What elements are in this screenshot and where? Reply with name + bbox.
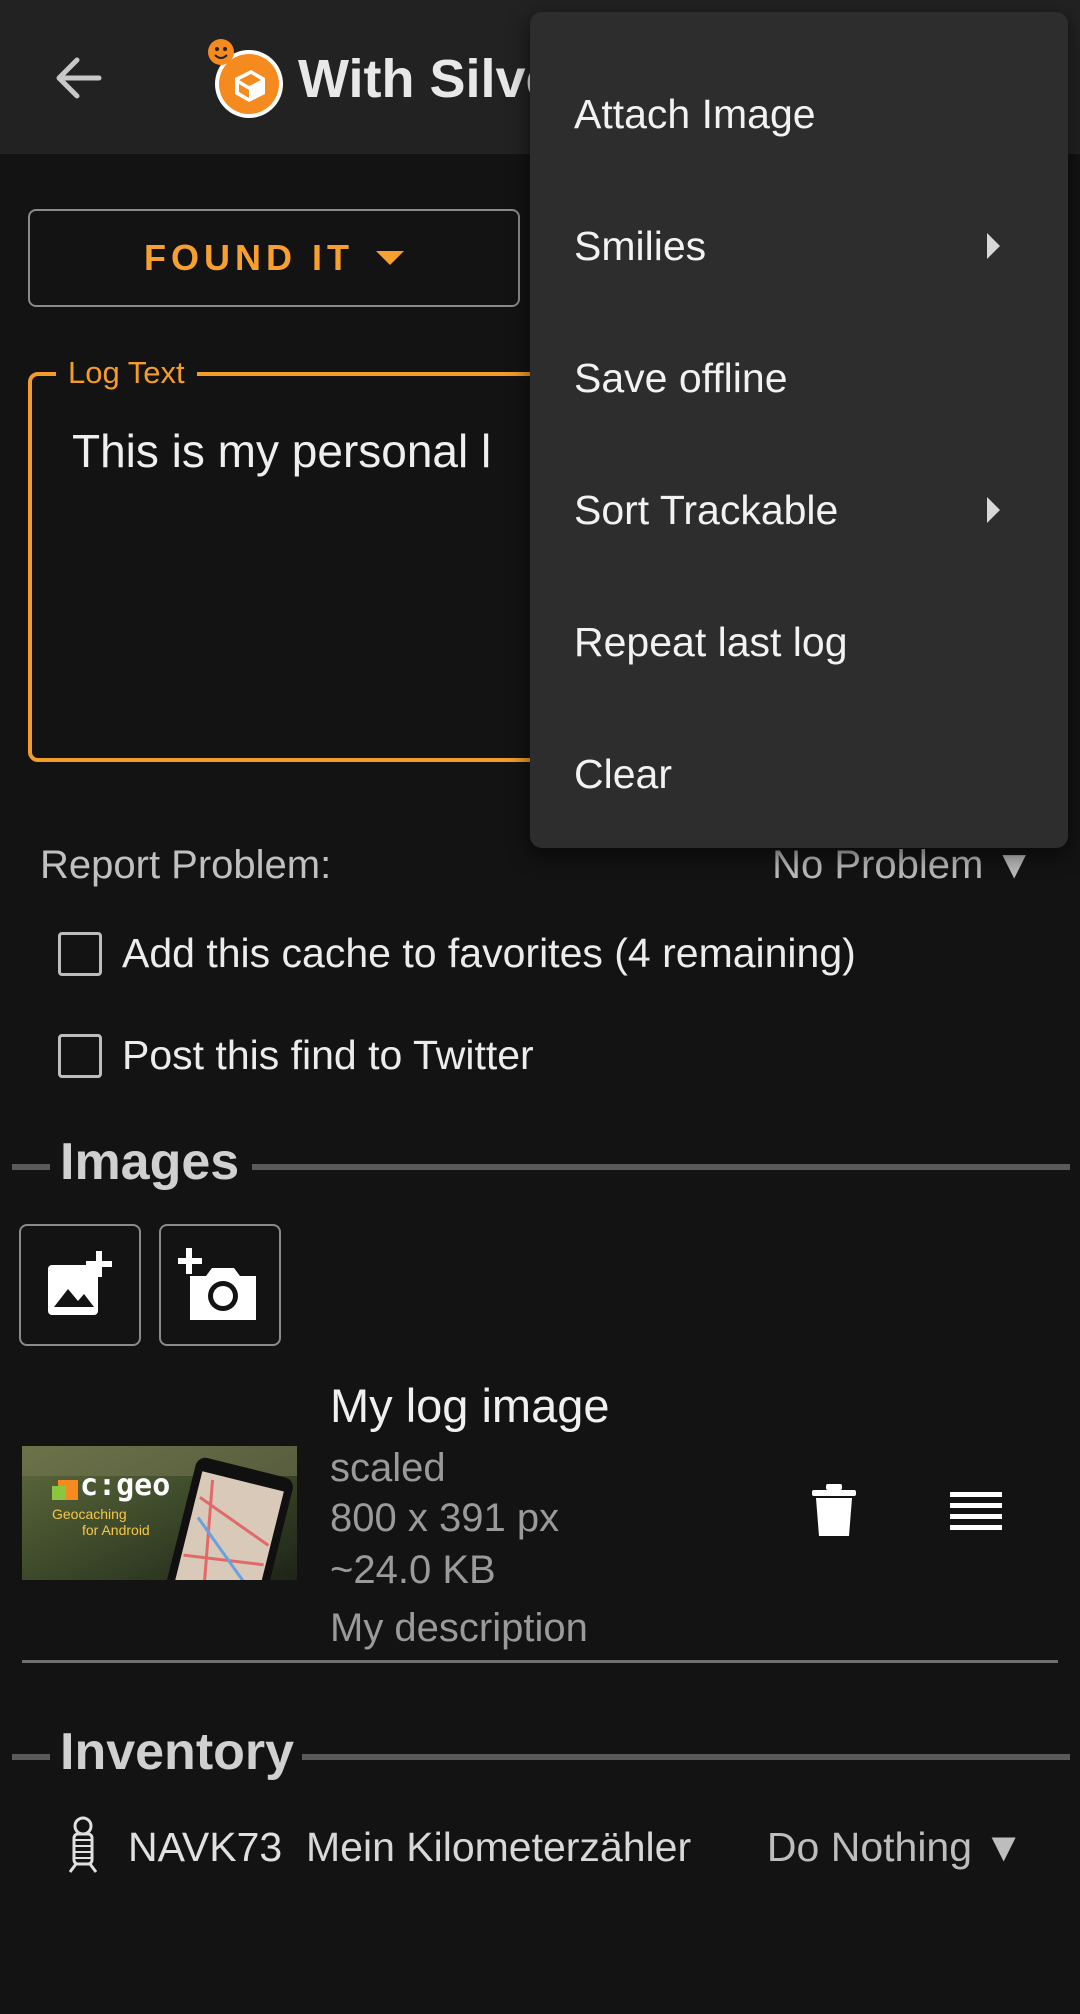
page-title: With Silve <box>298 49 556 109</box>
thumb-logo-text: c:geo <box>80 1468 171 1503</box>
image-dimensions: 800 x 391 px <box>330 1496 560 1540</box>
log-type-dropdown[interactable]: FOUND IT <box>28 209 520 307</box>
inventory-section-header: Inventory <box>12 1722 1070 1786</box>
menu-item-clear[interactable]: Clear <box>530 708 1068 840</box>
images-section-header: Images <box>12 1132 1070 1196</box>
menu-item-save-offline[interactable]: Save offline <box>530 312 1068 444</box>
twitter-checkbox-row[interactable]: Post this find to Twitter <box>58 1032 534 1079</box>
thumb-subtitle-1: Geocaching <box>52 1506 127 1522</box>
trackable-code: NAVK73 <box>128 1824 283 1870</box>
delete-image-button[interactable] <box>812 1484 864 1540</box>
menu-item-label: Attach Image <box>574 90 816 137</box>
menu-item-sort-trackable[interactable]: Sort Trackable <box>530 444 1068 576</box>
menu-item-label: Clear <box>574 750 672 797</box>
add-image-button[interactable] <box>19 1224 141 1346</box>
image-title: My log image <box>330 1379 610 1432</box>
favorite-checkbox[interactable] <box>58 931 102 976</box>
arrow-left-icon <box>56 57 102 99</box>
thumb-subtitle-2: for Android <box>82 1522 150 1538</box>
submenu-arrow-icon <box>987 497 1000 523</box>
image-filesize: ~24.0 KB <box>330 1548 496 1592</box>
trackable-name: Mein Kilometerzähler <box>306 1824 692 1870</box>
drag-handle-icon <box>950 1492 1002 1530</box>
report-problem-label: Report Problem: <box>40 843 332 887</box>
image-divider <box>22 1660 1058 1663</box>
image-description: My description <box>330 1606 588 1650</box>
menu-item-label: Sort Trackable <box>574 486 839 533</box>
menu-item-repeat-last-log[interactable]: Repeat last log <box>530 576 1068 708</box>
menu-item-label: Save offline <box>574 354 788 401</box>
section-divider <box>12 1754 50 1760</box>
menu-item-label: Smilies <box>574 222 707 269</box>
image-scale: scaled <box>330 1446 446 1490</box>
add-camera-icon <box>178 1248 256 1320</box>
favorite-label: Add this cache to favorites (4 remaining… <box>122 930 856 976</box>
log-text-label: Log Text <box>56 355 197 391</box>
trackable-action-select[interactable]: Do Nothing ▼ <box>767 1824 1024 1871</box>
log-image-thumbnail[interactable]: c:geo Geocaching for Android <box>22 1446 297 1580</box>
add-photo-icon <box>48 1251 112 1315</box>
take-photo-button[interactable] <box>159 1224 281 1346</box>
log-text-value[interactable]: This is my personal l <box>72 424 491 478</box>
section-divider <box>252 1164 1070 1170</box>
submenu-arrow-icon <box>987 233 1000 259</box>
trackable-icon <box>64 1816 102 1876</box>
menu-item-smilies[interactable]: Smilies <box>530 180 1068 312</box>
cgeo-cache-icon <box>205 38 285 118</box>
back-button[interactable] <box>48 48 108 108</box>
images-section-title: Images <box>60 1133 240 1191</box>
twitter-checkbox[interactable] <box>58 1033 102 1078</box>
menu-item-label: Repeat last log <box>574 618 848 665</box>
overflow-menu: Attach Image Smilies Save offline Sort T… <box>530 12 1068 848</box>
favorite-checkbox-row[interactable]: Add this cache to favorites (4 remaining… <box>58 930 856 977</box>
caret-down-icon <box>375 251 404 265</box>
twitter-label: Post this find to Twitter <box>122 1032 534 1078</box>
section-divider <box>12 1164 50 1170</box>
log-type-label: FOUND IT <box>144 237 354 278</box>
section-divider <box>302 1754 1070 1760</box>
reorder-image-handle[interactable] <box>950 1490 1002 1534</box>
trash-icon <box>812 1484 856 1536</box>
report-problem-select[interactable]: No Problem ▼ <box>772 843 1034 888</box>
menu-item-attach-image[interactable]: Attach Image <box>530 48 1068 180</box>
inventory-section-title: Inventory <box>60 1723 295 1781</box>
